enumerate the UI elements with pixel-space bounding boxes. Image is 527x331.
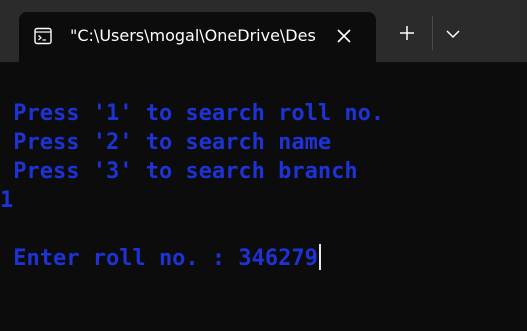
terminal-tab[interactable]: "C:\Users\mogal\OneDrive\Desktop\ [19,12,376,62]
chevron-down-icon[interactable] [443,24,463,44]
roll-prompt-line[interactable]: Enter roll no. : 346279 [0,244,321,273]
terminal-icon [34,27,52,45]
roll-prompt-text: Enter roll no. : 346279 [0,246,318,271]
menu-line-3: Press '3' to search branch [0,159,358,184]
user-choice-line: 1 [0,188,14,213]
title-bar: "C:\Users\mogal\OneDrive\Desktop\ [0,0,527,62]
close-icon[interactable] [333,25,355,47]
terminal-output[interactable]: Press '1' to search roll no. Press '2' t… [0,62,527,331]
titlebar-divider [432,16,433,50]
text-cursor [318,244,321,270]
menu-line-1: Press '1' to search roll no. [0,101,385,126]
menu-line-2: Press '2' to search name [0,130,332,155]
tab-title: "C:\Users\mogal\OneDrive\Desktop\ [70,26,316,45]
plus-icon[interactable] [396,22,418,44]
